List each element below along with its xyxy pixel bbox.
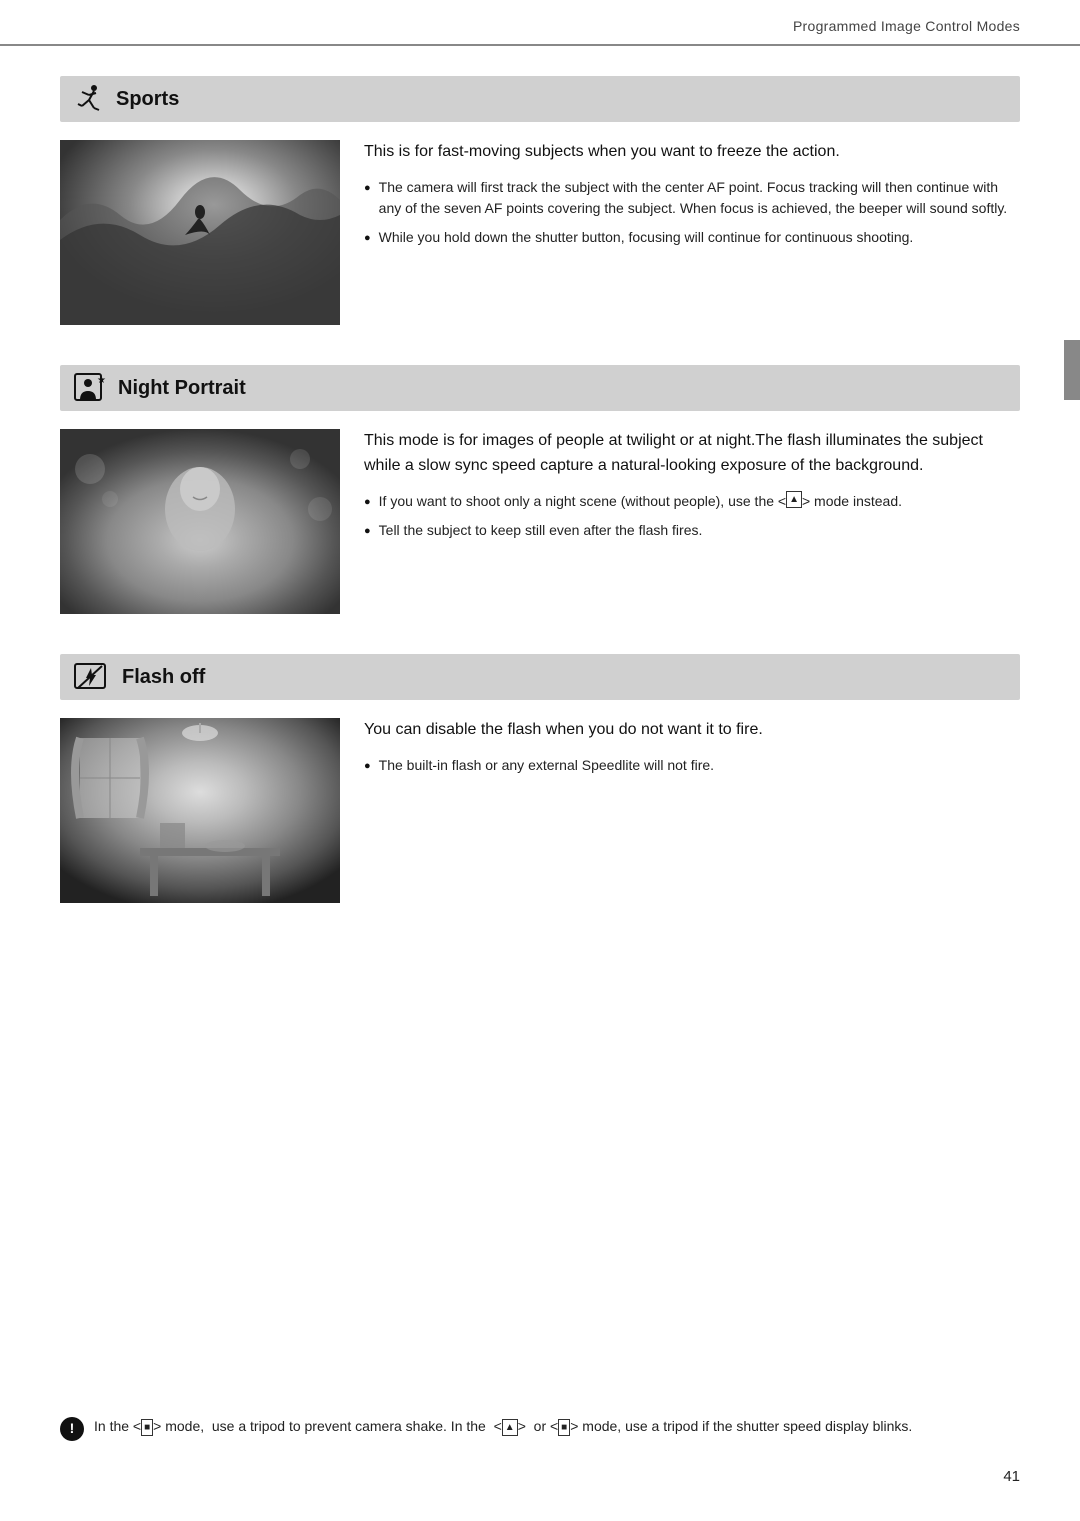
flash-off-text: You can disable the flash when you do no…	[364, 718, 1020, 784]
sports-main-desc: This is for fast-moving subjects when yo…	[364, 140, 1020, 165]
sports-section-body: This is for fast-moving subjects when yo…	[60, 140, 1020, 325]
sports-section-title: Sports	[116, 88, 179, 111]
night-portrait-bullet-2: Tell the subject to keep still even afte…	[364, 520, 1020, 541]
page-header: Programmed Image Control Modes	[0, 0, 1080, 46]
note-icon: !	[60, 1417, 84, 1441]
night-portrait-section: ★ Night Portrait	[60, 365, 1020, 614]
flash-off-bullet-1: The built-in flash or any external Speed…	[364, 755, 1020, 776]
flash-off-icon	[74, 662, 110, 692]
flash-off-header: Flash off	[60, 654, 1020, 700]
sidebar-tab	[1064, 340, 1080, 400]
note-text: In the <■> mode, use a tripod to prevent…	[94, 1416, 1020, 1438]
sports-section: Sports	[60, 76, 1020, 325]
night-portrait-bullet-1: If you want to shoot only a night scene …	[364, 491, 1020, 512]
flash-off-main-desc: You can disable the flash when you do no…	[364, 718, 1020, 743]
night-portrait-bullets: If you want to shoot only a night scene …	[364, 491, 1020, 541]
sports-image	[60, 140, 340, 325]
page-number: 41	[1003, 1468, 1020, 1485]
night-portrait-body: This mode is for images of people at twi…	[60, 429, 1020, 614]
svg-text:★: ★	[97, 375, 106, 386]
note-section: ! In the <■> mode, use a tripod to preve…	[60, 1416, 1020, 1441]
night-portrait-main-desc: This mode is for images of people at twi…	[364, 429, 1020, 479]
night-portrait-icon: ★	[74, 373, 106, 403]
flash-off-image	[60, 718, 340, 903]
night-portrait-title: Night Portrait	[118, 377, 246, 400]
flash-off-section: Flash off	[60, 654, 1020, 903]
sports-bullets: The camera will first track the subject …	[364, 177, 1020, 248]
flash-off-title: Flash off	[122, 666, 205, 689]
sports-icon	[74, 84, 104, 114]
flash-off-bullets: The built-in flash or any external Speed…	[364, 755, 1020, 776]
flash-off-body: You can disable the flash when you do no…	[60, 718, 1020, 903]
night-portrait-header: ★ Night Portrait	[60, 365, 1020, 411]
content-area: Sports	[0, 46, 1080, 973]
night-portrait-image	[60, 429, 340, 614]
sports-section-header: Sports	[60, 76, 1020, 122]
sports-bullet-1: The camera will first track the subject …	[364, 177, 1020, 219]
page-title: Programmed Image Control Modes	[793, 18, 1020, 34]
sports-bullet-2: While you hold down the shutter button, …	[364, 227, 1020, 248]
night-portrait-text: This mode is for images of people at twi…	[364, 429, 1020, 549]
sports-text: This is for fast-moving subjects when yo…	[364, 140, 1020, 256]
